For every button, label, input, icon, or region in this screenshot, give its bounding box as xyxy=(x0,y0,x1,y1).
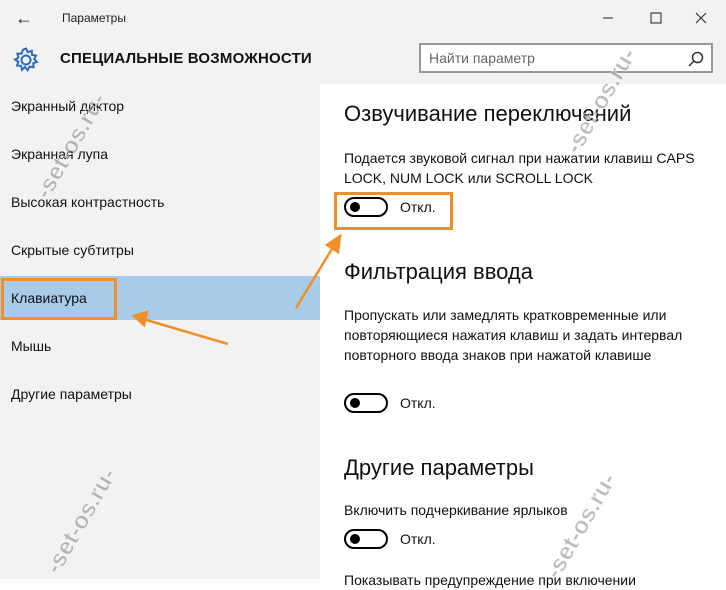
settings-header: СПЕЦИАЛЬНЫЕ ВОЗМОЖНОСТИ xyxy=(0,36,726,84)
sidebar: Экранный диктор Экранная лупа Высокая ко… xyxy=(0,84,320,579)
toggle-row-underline-shortcuts: Откл. xyxy=(344,527,436,551)
sidebar-item-magnifier[interactable]: Экранная лупа xyxy=(0,132,320,176)
search-input[interactable] xyxy=(429,49,669,67)
page-title: СПЕЦИАЛЬНЫЕ ВОЗМОЖНОСТИ xyxy=(60,50,312,67)
search-icon[interactable] xyxy=(687,50,705,68)
section-heading-toggle-keys: Озвучивание переключений xyxy=(344,101,632,126)
filter-keys-switch[interactable] xyxy=(344,393,388,413)
toggle-keys-switch[interactable] xyxy=(344,197,388,217)
gear-icon xyxy=(13,47,39,72)
sidebar-item-closed-captions[interactable]: Скрытые субтитры xyxy=(0,228,320,272)
back-button[interactable]: ← xyxy=(10,6,38,30)
sidebar-item-keyboard[interactable]: Клавиатура xyxy=(0,276,320,320)
section-description-filter-keys: Пропускать или замедлять кратковременные… xyxy=(344,307,683,363)
toggle-state-label: Откл. xyxy=(400,199,436,215)
window-title: Параметры xyxy=(62,11,126,25)
toggle-row-toggle-keys: Откл. xyxy=(344,195,436,219)
sidebar-item-narrator[interactable]: Экранный диктор xyxy=(0,84,320,128)
title-bar: ← Параметры xyxy=(0,0,726,36)
search-box[interactable] xyxy=(419,43,713,73)
minimize-button[interactable] xyxy=(585,4,631,32)
section-heading-other-options: Другие параметры xyxy=(344,455,534,480)
sidebar-item-mouse[interactable]: Мышь xyxy=(0,324,320,368)
underline-shortcuts-switch[interactable] xyxy=(344,529,388,549)
maximize-button[interactable] xyxy=(633,4,679,32)
minimize-icon xyxy=(603,17,613,19)
section-description-underline-shortcuts: Включить подчеркивание ярлыков xyxy=(344,502,568,518)
section-heading-filter-keys: Фильтрация ввода xyxy=(344,259,534,284)
main-content: Озвучивание переключений Подается звуков… xyxy=(320,84,726,588)
toggle-knob xyxy=(350,534,360,544)
close-icon xyxy=(695,12,707,24)
toggle-row-filter-keys: Откл. xyxy=(344,391,436,415)
close-button[interactable] xyxy=(678,4,724,32)
toggle-state-label: Откл. xyxy=(400,395,436,411)
sidebar-item-other-options[interactable]: Другие параметры xyxy=(0,372,320,416)
maximize-icon xyxy=(650,12,662,24)
back-arrow-icon: ← xyxy=(15,7,33,28)
sidebar-item-high-contrast[interactable]: Высокая контрастность xyxy=(0,180,320,224)
section-description-toggle-keys: Подается звуковой сигнал при нажатии кла… xyxy=(344,150,695,186)
toggle-state-label: Откл. xyxy=(400,531,436,547)
toggle-knob xyxy=(350,202,360,212)
toggle-knob xyxy=(350,398,360,408)
cut-off-description: Показывать предупреждение при включении xyxy=(344,572,636,588)
